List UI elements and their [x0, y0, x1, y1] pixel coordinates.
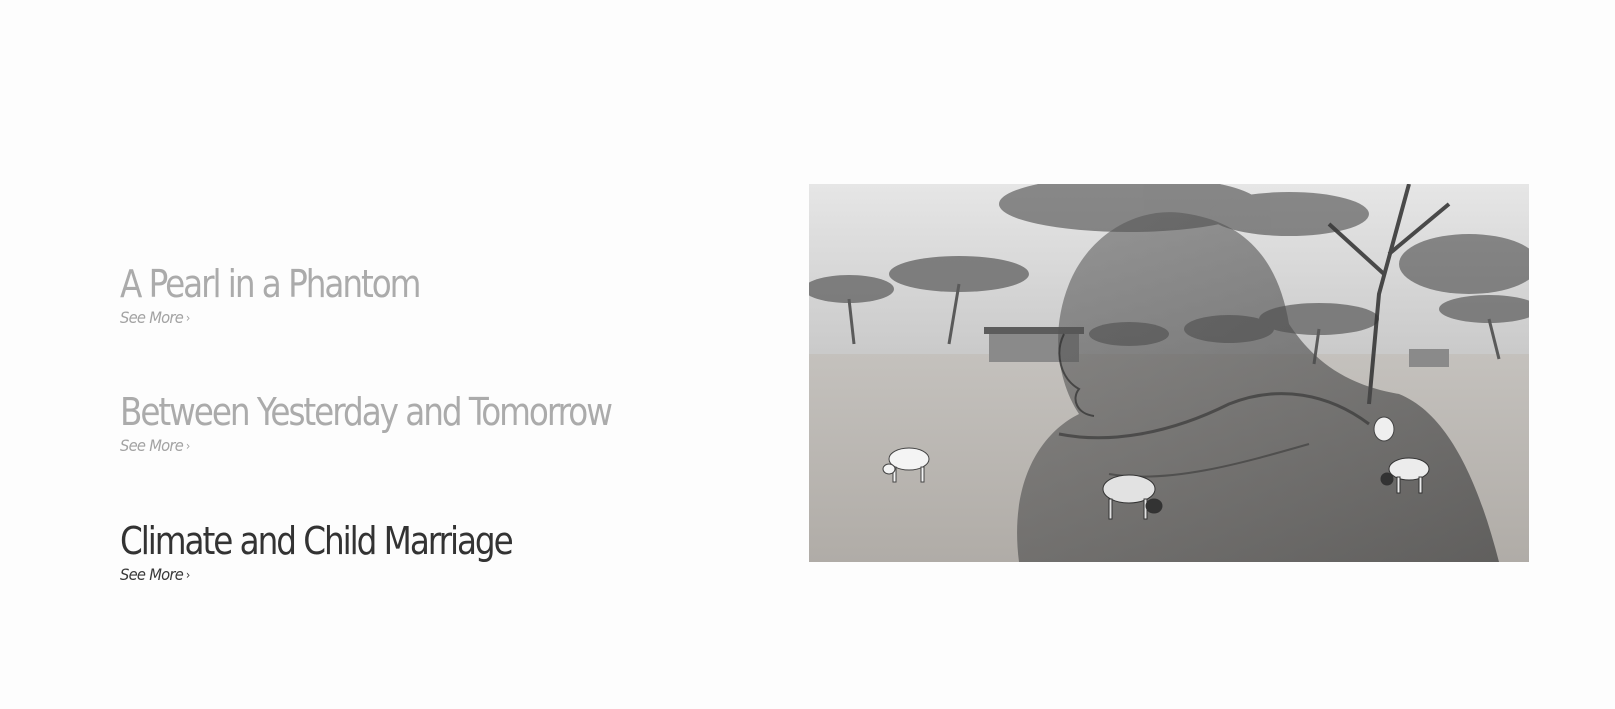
story-title[interactable]: Climate and Child Marriage [120, 519, 670, 563]
story-title[interactable]: A Pearl in a Phantom [120, 262, 670, 306]
feature-photo[interactable] [809, 184, 1529, 562]
story-list: A Pearl in a Phantom See More › Between Y… [120, 0, 760, 709]
chevron-right-icon: › [185, 439, 190, 453]
chevron-right-icon: › [185, 311, 190, 325]
feature-photo-art [809, 184, 1529, 562]
see-more-label: See More [120, 436, 184, 455]
story-item-between-yesterday-and-tomorrow[interactable]: Between Yesterday and Tomorrow See More › [120, 390, 760, 456]
story-title[interactable]: Between Yesterday and Tomorrow [120, 390, 670, 434]
story-item-climate-and-child-marriage[interactable]: Climate and Child Marriage See More › [120, 519, 760, 585]
see-more-link[interactable]: See More › [120, 565, 190, 584]
see-more-link[interactable]: See More › [120, 308, 190, 327]
see-more-link[interactable]: See More › [120, 436, 190, 455]
chevron-right-icon: › [185, 568, 190, 582]
see-more-label: See More [120, 308, 184, 327]
story-item-pearl-in-a-phantom[interactable]: A Pearl in a Phantom See More › [120, 262, 760, 328]
see-more-label: See More [120, 565, 184, 584]
